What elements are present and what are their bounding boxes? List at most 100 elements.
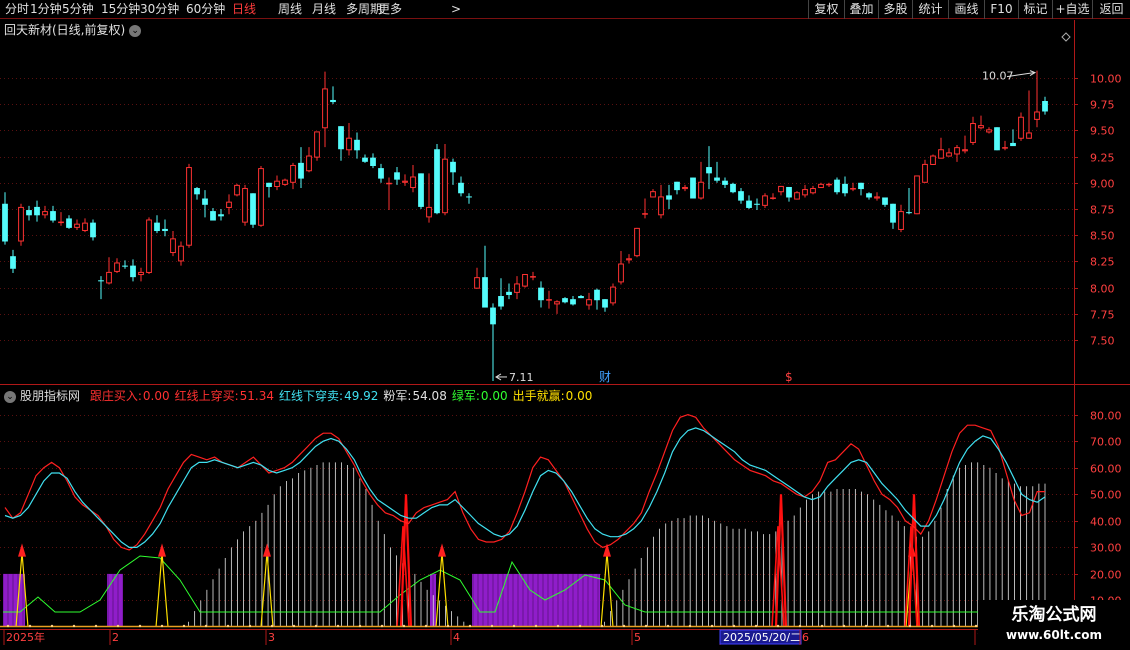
candle [922, 159, 928, 183]
candle [290, 162, 296, 190]
candle [26, 205, 32, 221]
candle [850, 182, 856, 192]
date-label: 4 [453, 631, 460, 644]
candle [442, 143, 448, 216]
candle-body [1034, 111, 1040, 120]
candle [874, 192, 880, 201]
candle [698, 161, 704, 200]
candle-body [2, 203, 8, 242]
baseline-dot [556, 624, 560, 628]
baseline-dot [204, 624, 208, 628]
candle-body [98, 280, 104, 282]
candle-body [490, 307, 496, 325]
candle-body [882, 197, 888, 205]
main-chart-title[interactable]: 回天新材(日线,前复权) ⌄ [4, 21, 142, 38]
candle [266, 182, 272, 198]
candle [274, 175, 280, 191]
candle [890, 203, 896, 229]
indicator-item-0: 跟庄买入:0.00 [90, 389, 170, 403]
candle-body [322, 88, 328, 129]
indicator-tick-label: 80.00 [1090, 410, 1122, 423]
candle [690, 177, 696, 199]
candle [18, 203, 24, 246]
candle [906, 188, 912, 215]
candle-body [554, 301, 560, 305]
indicator-name[interactable]: 股朋指标网 [20, 389, 80, 403]
candle [714, 161, 720, 183]
red-spike [399, 494, 413, 628]
candle [450, 158, 456, 185]
indicator-label: 绿军: [451, 389, 480, 403]
candle-body [282, 179, 288, 185]
candle [882, 197, 888, 207]
candle [658, 184, 664, 219]
baseline-dot [226, 624, 230, 628]
candle-body [114, 262, 120, 272]
chevron-down-icon[interactable]: ⌄ [4, 391, 16, 403]
candle [466, 193, 472, 204]
chart-canvas[interactable]: 10.00 9.75 9.50 9.25 9.00 8.75 8.50 8.25 8.00 7.7… [0, 0, 1130, 650]
candle [586, 292, 592, 310]
candle-body [386, 182, 392, 185]
candle [914, 175, 920, 215]
candle [474, 267, 480, 289]
candle [106, 257, 112, 285]
red-line [4, 413, 1045, 551]
candle-body [842, 183, 848, 194]
candle-body [506, 291, 512, 295]
candle-body [794, 192, 800, 200]
candle-body [930, 155, 936, 165]
candle-body [570, 299, 576, 305]
candle [754, 198, 760, 211]
price-tick-label: 9.75 [1090, 99, 1115, 112]
candle-body [34, 206, 40, 216]
candle-body [66, 218, 72, 228]
candle-body [138, 271, 144, 276]
candle-body [18, 206, 24, 242]
candle [858, 182, 864, 196]
indicator-value: 0.00 [142, 389, 170, 403]
candle-body [50, 211, 56, 221]
candle [570, 296, 576, 306]
magenta-zone [107, 573, 123, 627]
candle-body [698, 181, 704, 199]
baseline-dot [710, 624, 714, 628]
candle-body [450, 161, 456, 173]
yellow-spike [260, 552, 274, 628]
candle-body [778, 185, 784, 193]
candle [810, 185, 816, 195]
candle [786, 186, 792, 202]
candle [930, 154, 936, 165]
indicator-item-2: 红线下穿卖:49.92 [279, 389, 378, 403]
candle-body [754, 203, 760, 205]
candle [50, 205, 56, 223]
candle [594, 288, 600, 310]
candle-body [314, 131, 320, 158]
candle [794, 191, 800, 200]
candle-body [946, 152, 952, 157]
candle [394, 167, 400, 185]
candle [1034, 70, 1040, 128]
candle [130, 259, 136, 282]
chevron-down-icon[interactable]: ⌄ [129, 25, 142, 37]
candle-body [618, 263, 624, 283]
candle [1042, 96, 1048, 115]
indicator-item-4: 绿军:0.00 [452, 389, 508, 403]
candle [218, 209, 224, 221]
candle-body [402, 180, 408, 183]
baseline-dot [446, 624, 450, 628]
candle-body [810, 188, 816, 194]
red-arrow-icon [18, 543, 26, 557]
low-price-label: 7.11 [509, 371, 534, 384]
candle [162, 219, 168, 237]
baseline-dot [94, 624, 98, 628]
candle-body [234, 184, 240, 196]
candle-body [274, 180, 280, 187]
candle-body [178, 245, 184, 262]
candle-body [682, 186, 688, 190]
price-tick-label: 7.50 [1090, 335, 1115, 348]
candle-body [74, 223, 80, 228]
candle [146, 217, 152, 275]
candle-body [202, 198, 208, 205]
baseline-dot [688, 624, 692, 628]
